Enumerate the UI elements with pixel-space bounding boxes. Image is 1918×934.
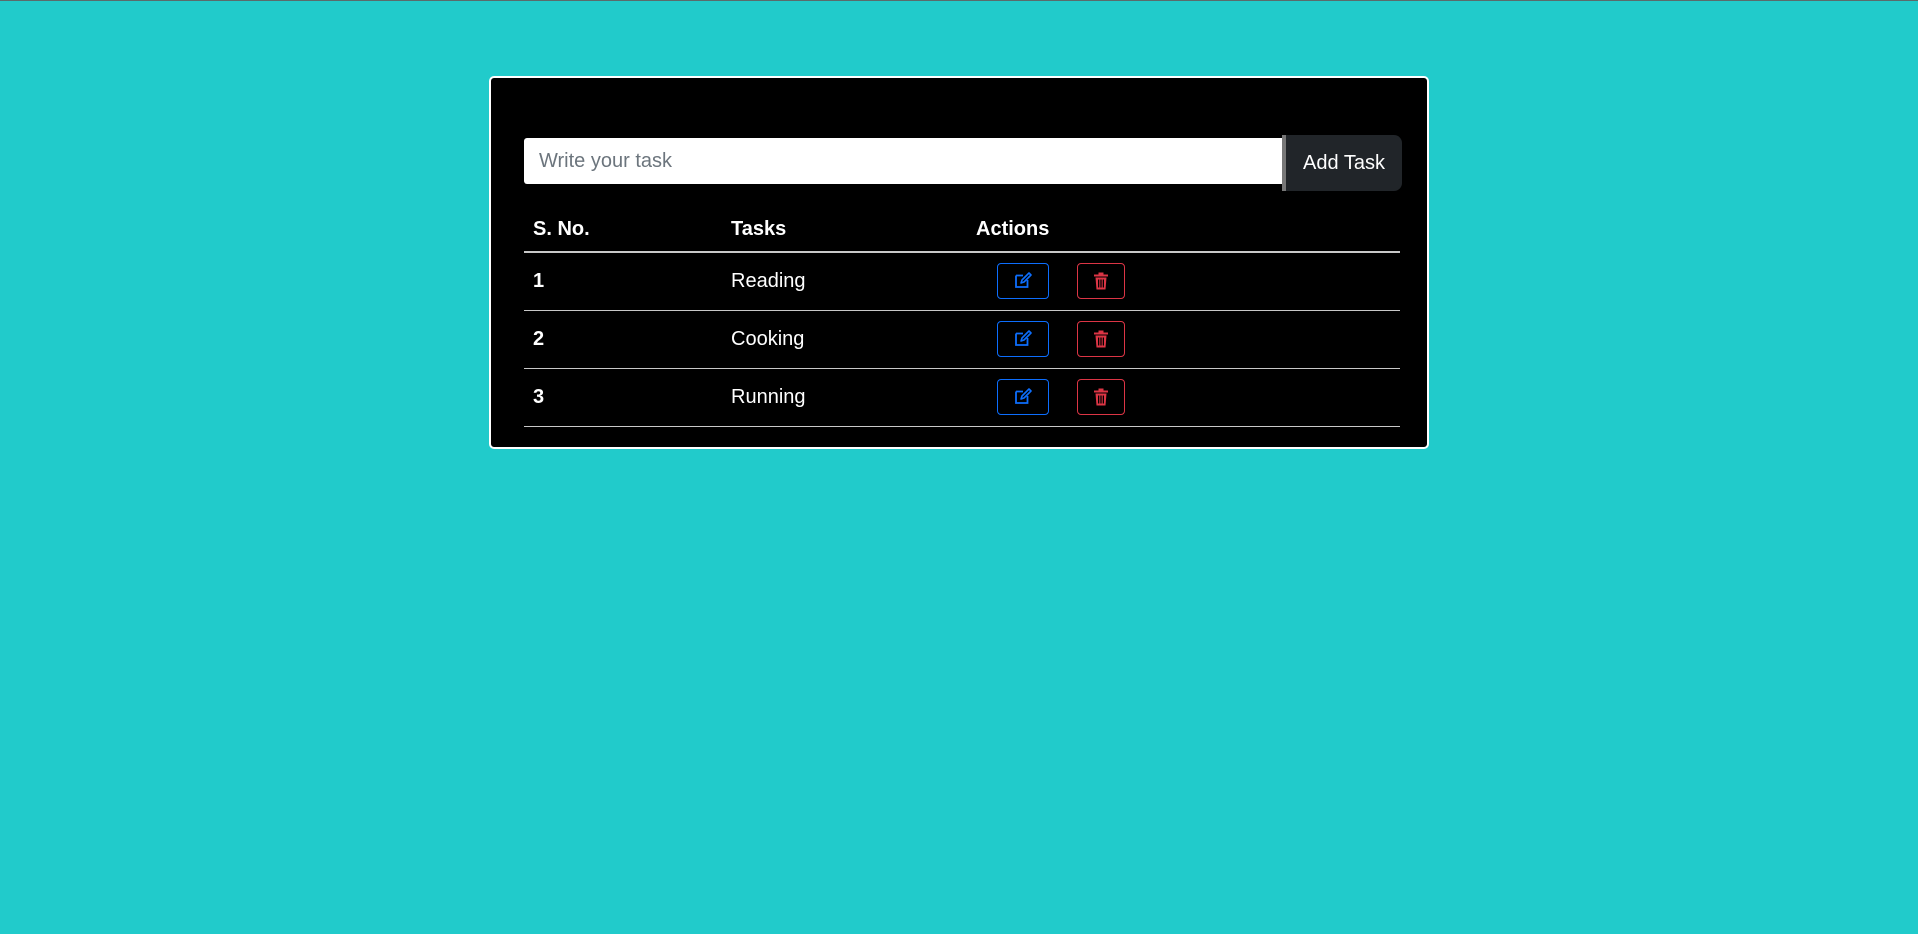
header-sno: S. No. <box>524 208 722 253</box>
trash-icon <box>1093 388 1108 406</box>
add-task-button[interactable]: Add Task <box>1282 135 1402 191</box>
row-sno: 2 <box>524 310 722 369</box>
edit-button[interactable] <box>997 263 1049 300</box>
row-sno: 3 <box>524 368 722 427</box>
trash-icon <box>1093 330 1108 348</box>
edit-icon <box>1015 330 1032 346</box>
row-actions <box>967 310 1400 369</box>
table-header-row: S. No. Tasks Actions <box>524 208 1400 253</box>
row-task: Reading <box>722 252 967 311</box>
edit-button[interactable] <box>997 379 1049 415</box>
delete-button[interactable] <box>1076 321 1125 357</box>
row-task: Cooking <box>722 310 967 369</box>
header-actions: Actions <box>967 208 1400 253</box>
header-tasks: Tasks <box>722 208 967 253</box>
top-border-line <box>0 0 1918 1</box>
edit-icon <box>1015 272 1032 289</box>
row-sno: 1 <box>524 252 722 311</box>
table-row: 2 Cooking <box>524 310 1400 369</box>
todo-card: Add Task S. No. Tasks Actions 1 Reading <box>489 76 1429 449</box>
task-input-group: Add Task <box>524 135 1404 191</box>
row-actions <box>967 368 1400 427</box>
table-row: 1 Reading <box>524 252 1400 311</box>
delete-button[interactable] <box>1076 263 1125 300</box>
edit-icon <box>1015 388 1032 404</box>
delete-button[interactable] <box>1076 379 1125 415</box>
row-actions <box>967 252 1400 311</box>
trash-icon <box>1093 272 1108 290</box>
tasks-table: S. No. Tasks Actions 1 Reading 2 Cooking… <box>524 208 1400 427</box>
task-input[interactable] <box>524 138 1284 184</box>
edit-button[interactable] <box>997 321 1049 357</box>
row-task: Running <box>722 368 967 427</box>
table-row: 3 Running <box>524 368 1400 427</box>
